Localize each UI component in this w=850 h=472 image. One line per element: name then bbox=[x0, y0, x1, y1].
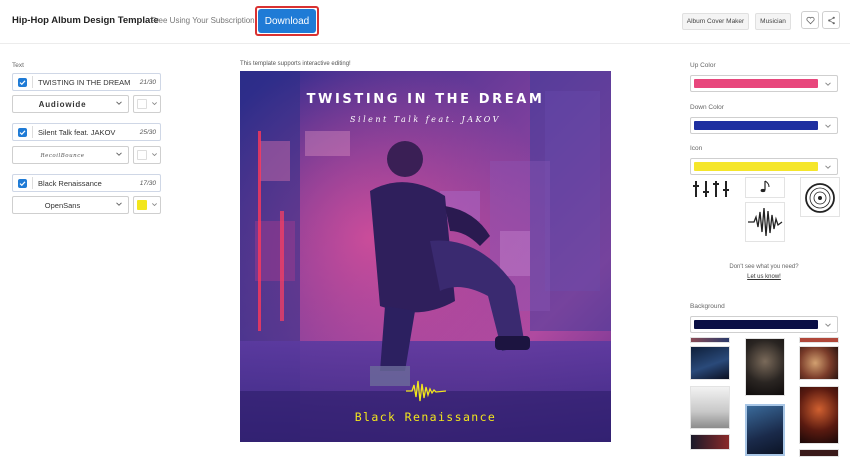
text-2-value: Silent Talk feat. JAKOV bbox=[38, 128, 116, 137]
let-us-know-link[interactable]: Let us know! bbox=[690, 274, 838, 280]
background-thumbnail[interactable] bbox=[690, 346, 730, 380]
chevron-down-icon bbox=[825, 323, 831, 327]
cover-subtitle-text[interactable]: Silent Talk feat. JAKOV bbox=[240, 115, 611, 124]
background-thumbnail[interactable] bbox=[799, 346, 839, 380]
icon-option-equalizer[interactable] bbox=[690, 177, 732, 198]
tag-musician[interactable]: Musician bbox=[755, 13, 791, 30]
text-2-font-name: RecoilBounce bbox=[40, 153, 85, 159]
chevron-down-icon bbox=[116, 152, 122, 156]
subscription-note: Free Using Your Subscription! bbox=[151, 16, 257, 25]
down-color-label: Down Color bbox=[690, 104, 724, 111]
share-icon bbox=[827, 16, 835, 24]
background-thumbnail[interactable] bbox=[799, 449, 839, 457]
equalizer-icon bbox=[693, 181, 729, 197]
background-thumbnail[interactable] bbox=[690, 337, 730, 343]
text-3-font-name: OpenSans bbox=[44, 201, 81, 210]
interactive-notice: This template supports interactive editi… bbox=[240, 61, 351, 67]
text-1-font-select[interactable]: Audiowide bbox=[12, 95, 129, 113]
down-color-swatch bbox=[694, 121, 818, 130]
background-thumbnail[interactable] bbox=[745, 338, 785, 396]
music-note-icon bbox=[760, 180, 770, 193]
text-3-color-select[interactable] bbox=[133, 196, 161, 214]
icon-color-select[interactable] bbox=[690, 158, 838, 175]
divider bbox=[32, 76, 33, 88]
divider bbox=[32, 177, 33, 189]
text-2-checkbox[interactable] bbox=[18, 128, 27, 137]
text-3-font-select[interactable]: OpenSans bbox=[12, 196, 129, 214]
check-icon bbox=[19, 181, 26, 187]
icon-color-swatch bbox=[694, 162, 818, 171]
chevron-down-icon bbox=[825, 124, 831, 128]
text-2-count: 25/30 bbox=[139, 129, 156, 136]
background-label: Background bbox=[690, 303, 725, 310]
background-thumbnail[interactable] bbox=[799, 337, 839, 343]
chevron-down-icon bbox=[152, 102, 157, 106]
vinyl-record-icon bbox=[805, 183, 835, 213]
text-1-font-name: Audiowide bbox=[38, 100, 87, 109]
chevron-down-icon bbox=[116, 101, 122, 105]
text-1-value: TWISTING IN THE DREAM bbox=[38, 78, 131, 87]
text-1-count: 21/30 bbox=[139, 79, 156, 86]
chevron-down-icon bbox=[825, 82, 831, 86]
album-cover-canvas[interactable]: TWISTING IN THE DREAM Silent Talk feat. … bbox=[240, 71, 611, 442]
text-3-value: Black Renaissance bbox=[38, 179, 102, 188]
text-3-color-swatch bbox=[137, 200, 147, 210]
icon-label: Icon bbox=[690, 145, 703, 152]
chevron-down-icon bbox=[116, 202, 122, 206]
tag-album-cover-maker[interactable]: Album Cover Maker bbox=[682, 13, 749, 30]
cover-album-text[interactable]: Black Renaissance bbox=[240, 410, 611, 424]
chevron-down-icon bbox=[152, 153, 157, 157]
text-1-checkbox[interactable] bbox=[18, 78, 27, 87]
text-1-color-select[interactable] bbox=[133, 95, 161, 113]
icon-option-music-note[interactable] bbox=[745, 177, 785, 198]
text-3-count: 17/30 bbox=[139, 180, 156, 187]
cover-title-text[interactable]: TWISTING IN THE DREAM bbox=[240, 92, 611, 107]
check-icon bbox=[19, 80, 26, 86]
text-field-3[interactable]: Black Renaissance 17/30 bbox=[12, 174, 161, 192]
background-thumbnail[interactable] bbox=[690, 434, 730, 450]
template-title: Hip-Hop Album Design Template bbox=[12, 15, 159, 26]
text-2-font-select[interactable]: RecoilBounce bbox=[12, 146, 129, 164]
divider bbox=[32, 126, 33, 138]
waveform-icon[interactable] bbox=[406, 379, 446, 403]
chevron-down-icon bbox=[825, 165, 831, 169]
icon-option-vinyl[interactable] bbox=[800, 177, 840, 217]
text-field-2[interactable]: Silent Talk feat. JAKOV 25/30 bbox=[12, 123, 161, 141]
down-color-select[interactable] bbox=[690, 117, 838, 134]
up-color-select[interactable] bbox=[690, 75, 838, 92]
background-color-select[interactable] bbox=[690, 316, 838, 333]
icon-option-waveform[interactable] bbox=[745, 202, 785, 242]
chevron-down-icon bbox=[152, 203, 157, 207]
up-color-swatch bbox=[694, 79, 818, 88]
text-1-color-swatch bbox=[137, 99, 147, 109]
favorite-button[interactable] bbox=[801, 11, 819, 29]
text-field-1[interactable]: TWISTING IN THE DREAM 21/30 bbox=[12, 73, 161, 91]
heart-icon bbox=[805, 16, 815, 24]
top-header: Hip-Hop Album Design Template Free Using… bbox=[0, 0, 850, 44]
share-button[interactable] bbox=[822, 11, 840, 29]
up-color-label: Up Color bbox=[690, 62, 716, 69]
download-button[interactable]: Download bbox=[258, 9, 316, 33]
background-color-swatch bbox=[694, 320, 818, 329]
help-text: Don't see what you need? bbox=[729, 264, 799, 270]
background-thumbnail[interactable] bbox=[690, 386, 730, 429]
waveform-icon bbox=[748, 207, 783, 237]
text-3-checkbox[interactable] bbox=[18, 179, 27, 188]
check-icon bbox=[19, 130, 26, 136]
text-2-color-select[interactable] bbox=[133, 146, 161, 164]
text-section-label: Text bbox=[12, 62, 24, 69]
background-thumbnail[interactable] bbox=[745, 404, 785, 456]
text-2-color-swatch bbox=[137, 150, 147, 160]
background-thumbnail[interactable] bbox=[799, 386, 839, 444]
